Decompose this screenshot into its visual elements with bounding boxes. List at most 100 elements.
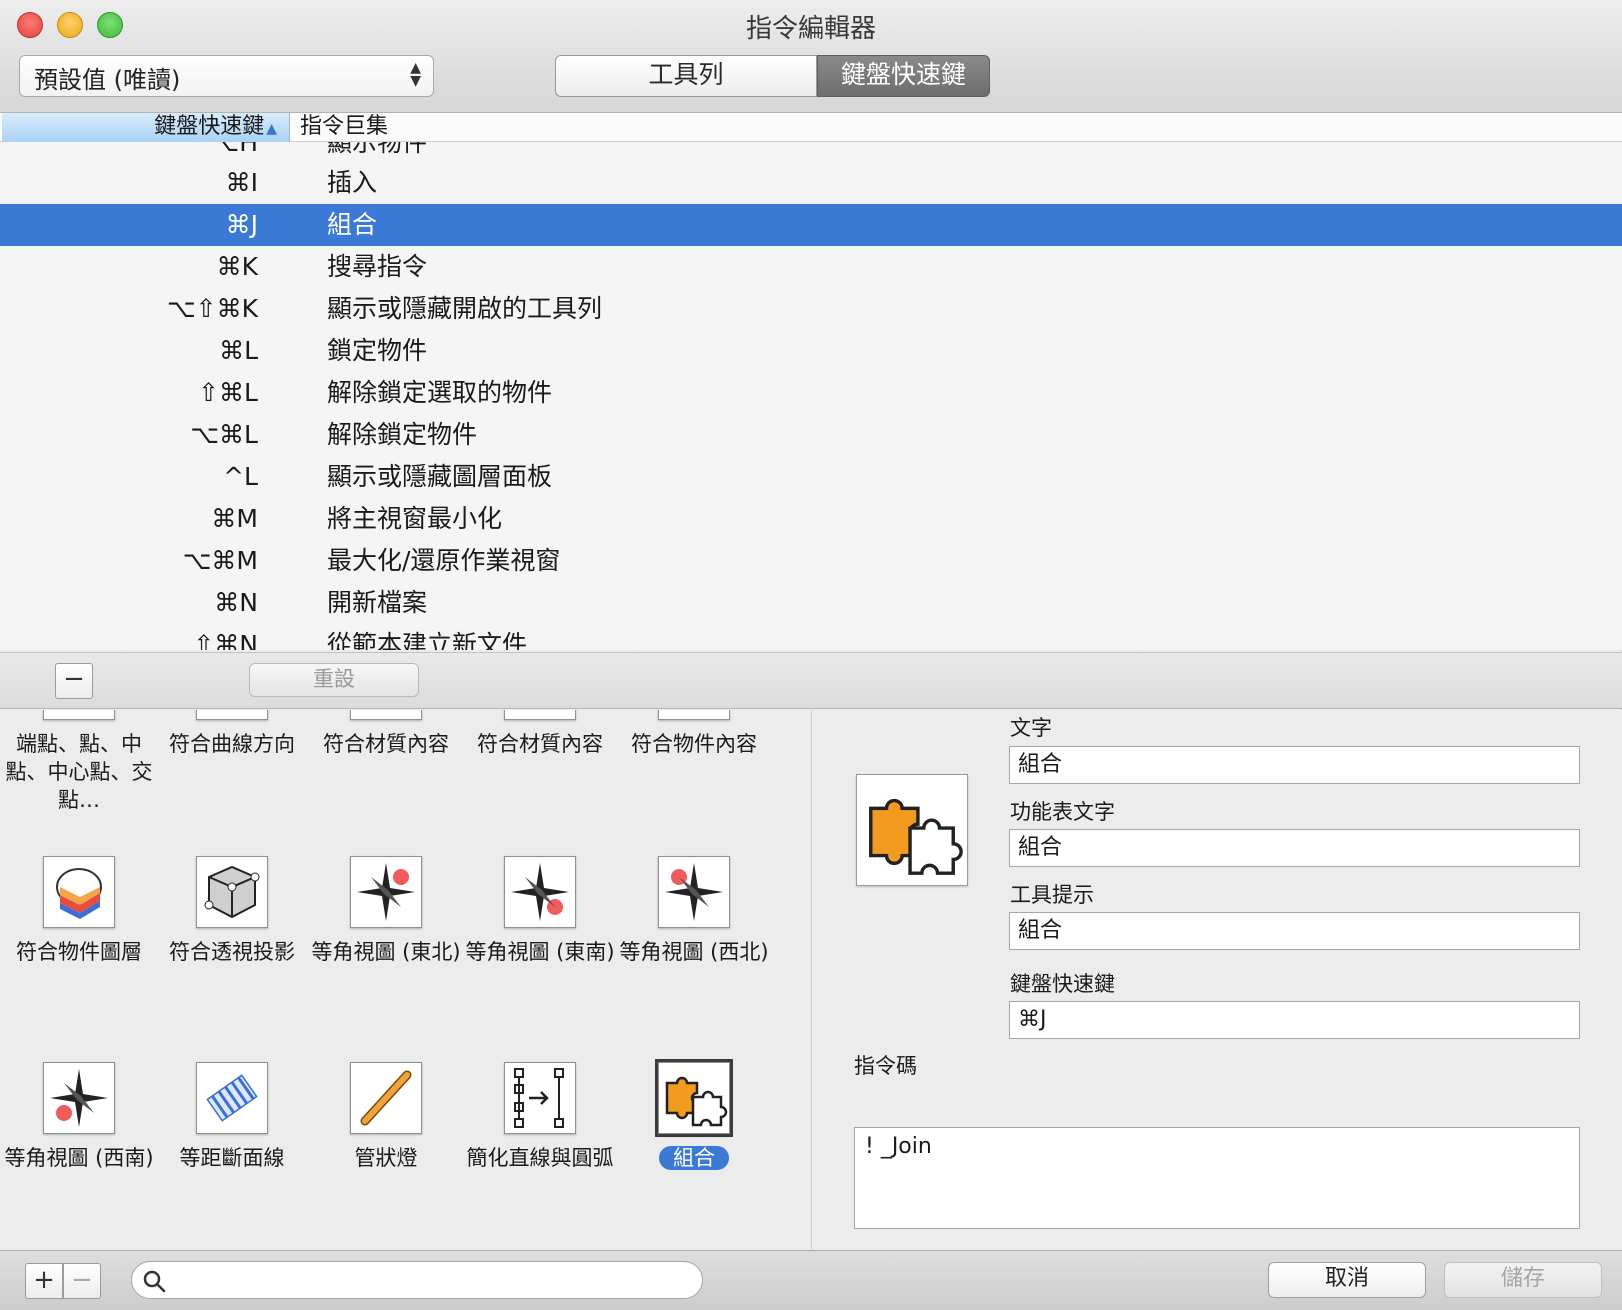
command-item[interactable]: 符合物件內容 (617, 710, 771, 758)
command-item[interactable]: 符合曲線方向 (155, 710, 309, 758)
remove-command-button[interactable]: − (63, 1263, 101, 1299)
shortcut-keys: ⌘I (225, 168, 258, 197)
shortcut-command: 開新檔案 (327, 588, 428, 617)
remove-shortcut-button[interactable]: − (55, 663, 93, 699)
add-command-button[interactable]: + (25, 1263, 63, 1299)
command-item-label: 等角視圖 (西北) (619, 940, 769, 964)
match-perspective-icon (196, 856, 268, 928)
table-row[interactable]: ⌥⌘M 最大化/還原作業視窗 (0, 540, 1622, 582)
shortcut-keys: ⌘N (214, 588, 258, 617)
menu-text-field[interactable]: 組合 (1009, 829, 1580, 867)
properties-panel: 文字 組合 功能表文字 組合 工具提示 組合 鍵盤快速鍵 ⌘J 指令碼 ! _J… (813, 710, 1622, 1250)
preset-select[interactable]: 預設值 (唯讀) ▲ ▼ (19, 55, 434, 97)
table-row[interactable]: ⌘I 插入 (0, 162, 1622, 204)
search-input[interactable] (131, 1261, 703, 1299)
command-item-label: 管狀燈 (354, 1146, 418, 1170)
column-header-shortcut[interactable]: 鍵盤快速鍵 ▲ (2, 113, 290, 142)
table-row-selected[interactable]: ⌘J 組合 (0, 204, 1622, 246)
shortcut-keys: ^⌥H (189, 142, 258, 157)
column-header-shortcut-label: 鍵盤快速鍵 (154, 114, 265, 139)
shortcut-keys: ⌘J (225, 210, 258, 239)
shortcut-command: 鎖定物件 (327, 336, 428, 365)
shortcut-command: 顯示或隱藏開啟的工具列 (327, 294, 603, 323)
table-row[interactable]: ⌥⇧⌘K 顯示或隱藏開啟的工具列 (0, 288, 1622, 330)
window-title: 指令編輯器 (745, 14, 876, 44)
table-row[interactable]: ⌘M 將主視窗最小化 (0, 498, 1622, 540)
sort-ascending-icon: ▲ (266, 121, 277, 137)
table-row[interactable]: ⌘K 搜尋指令 (0, 246, 1622, 288)
table-row[interactable]: ⇧⌘L 解除鎖定選取的物件 (0, 372, 1622, 414)
menu-text-label: 功能表文字 (1010, 800, 1115, 824)
macro-label: 指令碼 (854, 1054, 917, 1078)
match-properties-icon (658, 710, 730, 720)
match-layer-icon (43, 856, 115, 928)
command-item[interactable]: 等距斷面線 (155, 1062, 309, 1172)
command-item-label: 符合材質內容 (323, 732, 449, 756)
command-item[interactable]: 等角視圖 (西南) (2, 1062, 156, 1172)
match-material-icon (504, 710, 576, 720)
tube-light-icon (350, 1062, 422, 1134)
tab-toolbars[interactable]: 工具列 (555, 55, 817, 97)
title-bar: 指令編輯器 預設值 (唯讀) ▲ ▼ 工具列 鍵盤快速鍵 (0, 0, 1622, 113)
command-item-label: 端點、點、中點、中心點、交點… (5, 732, 153, 812)
shortcut-command: 解除鎖定物件 (327, 420, 478, 449)
updown-arrows-icon: ▲ ▼ (410, 60, 421, 89)
command-item[interactable]: 等角視圖 (東南) (463, 856, 617, 966)
list-action-bar: − 重設 (0, 652, 1622, 709)
command-item[interactable]: 符合物件圖層 (2, 856, 156, 966)
command-item-label: 簡化直線與圓弧 (466, 1146, 614, 1170)
command-item-selected[interactable]: 組合 (617, 1062, 771, 1172)
shortcut-keys: ⌥⇧⌘K (166, 294, 258, 323)
table-row[interactable]: ⌘N 開新檔案 (0, 582, 1622, 624)
command-item-label: 符合物件內容 (631, 732, 757, 756)
command-item[interactable]: 符合材質內容 (309, 710, 463, 758)
shortcut-command: 組合 (327, 210, 378, 239)
compass-nw-icon (658, 856, 730, 928)
shortcut-command: 搜尋指令 (327, 252, 428, 281)
command-item-label: 符合物件圖層 (16, 940, 142, 964)
command-item[interactable]: 符合透視投影 (155, 856, 309, 966)
shortcut-list[interactable]: ^⌥H 顯示物件 ⌘I 插入 ⌘J 組合 ⌘K 搜尋指令 ⌥⇧⌘K 顯示或隱藏開啟的工具列… (0, 142, 1622, 650)
table-row[interactable]: ⌘L 鎖定物件 (0, 330, 1622, 372)
save-button[interactable]: 儲存 (1444, 1262, 1602, 1298)
tab-keyboard-shortcuts[interactable]: 鍵盤快速鍵 (817, 55, 990, 97)
table-row[interactable]: ⇧⌘N 從範本建立新文件 (0, 624, 1622, 650)
command-item[interactable]: 符合材質內容 (463, 710, 617, 758)
text-field-label: 文字 (1010, 716, 1052, 740)
shortcut-keys: ⌥⌘M (182, 546, 258, 575)
table-row[interactable]: ⌥⌘L 解除鎖定物件 (0, 414, 1622, 456)
command-item[interactable]: 等角視圖 (西北) (617, 856, 771, 966)
command-item-label: 等角視圖 (東南) (465, 940, 615, 964)
reset-button[interactable]: 重設 (249, 663, 419, 697)
shortcut-keys: ⌘K (216, 252, 258, 281)
shortcut-command: 從範本建立新文件 (327, 630, 528, 650)
command-item-label: 等距斷面線 (179, 1146, 285, 1170)
match-material-icon (350, 710, 422, 720)
macro-field[interactable]: ! _Join (854, 1127, 1580, 1229)
command-item[interactable]: 端點、點、中點、中心點、交點… (2, 710, 156, 814)
cancel-button[interactable]: 取消 (1268, 1262, 1426, 1298)
compass-se-icon (504, 856, 576, 928)
tooltip-field[interactable]: 組合 (1009, 912, 1580, 950)
command-item[interactable]: 簡化直線與圓弧 (463, 1062, 617, 1172)
shortcut-keys: ⌘M (211, 504, 258, 533)
bottom-bar: + − 取消 儲存 (0, 1250, 1622, 1310)
shortcut-label: 鍵盤快速鍵 (1010, 972, 1115, 996)
shortcut-command: 顯示物件 (327, 142, 428, 157)
command-item-label: 符合材質內容 (477, 732, 603, 756)
selected-command-label: 組合 (659, 1146, 729, 1170)
command-item[interactable]: 管狀燈 (309, 1062, 463, 1172)
command-item-label: 符合曲線方向 (169, 732, 295, 756)
table-row[interactable]: ^L 顯示或隱藏圖層面板 (0, 456, 1622, 498)
shortcut-keys: ⇧⌘L (198, 378, 258, 407)
shortcut-command: 最大化/還原作業視窗 (327, 546, 561, 575)
join-puzzle-icon[interactable] (856, 774, 968, 886)
text-field[interactable]: 組合 (1009, 746, 1580, 784)
command-icon-grid[interactable]: 端點、點、中點、中心點、交點… 符合曲線方向 符合材質內容 符合材質內容 符合物… (0, 710, 812, 1250)
command-item[interactable]: 等角視圖 (東北) (309, 856, 463, 966)
shortcut-field[interactable]: ⌘J (1009, 1001, 1580, 1039)
table-row[interactable]: ^⌥H 顯示物件 (0, 142, 1622, 164)
match-curve-direction-icon (196, 710, 268, 720)
column-header-macro[interactable]: 指令巨集 (300, 113, 388, 141)
command-item-label: 符合透視投影 (169, 940, 295, 964)
